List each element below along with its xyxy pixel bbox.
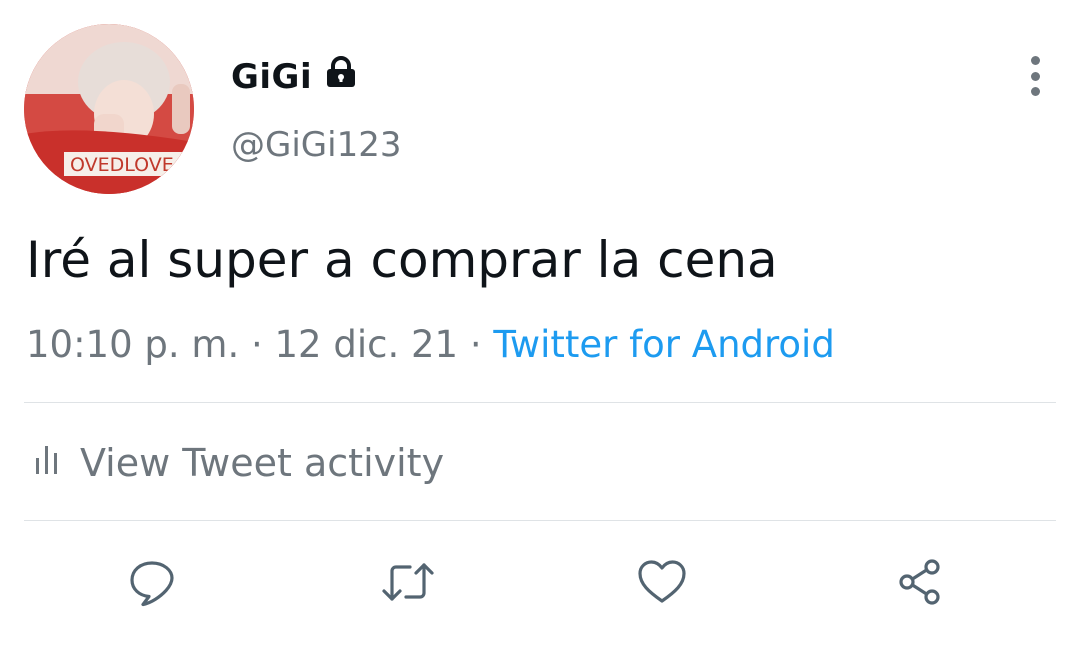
tweet-time: 10:10 p. m. (26, 323, 240, 366)
display-name[interactable]: GiGi (231, 57, 312, 97)
meta-separator: · (250, 323, 263, 366)
like-button[interactable] (632, 552, 692, 612)
meta-separator: · (469, 323, 482, 366)
handle[interactable]: @GiGi123 (231, 124, 401, 166)
bar-chart-icon (34, 438, 60, 488)
lock-icon (324, 56, 358, 97)
heart-icon (638, 560, 686, 603)
retweet-button[interactable] (378, 552, 438, 612)
action-bar (0, 552, 1080, 612)
tweet-meta: 10:10 p. m. · 12 dic. 21 · Twitter for A… (26, 320, 835, 370)
dot (1030, 56, 1040, 65)
share-icon (899, 559, 940, 605)
svg-text:OVEDLOVE: OVEDLOVE (70, 154, 174, 176)
view-tweet-activity-button[interactable]: View Tweet activity (34, 438, 444, 488)
avatar[interactable]: OVEDLOVE (24, 24, 194, 194)
more-options-icon[interactable] (1018, 56, 1052, 96)
display-name-row[interactable]: GiGi (231, 56, 358, 97)
divider (24, 402, 1056, 403)
retweet-icon (382, 563, 434, 601)
tweet-date: 12 dic. 21 (274, 323, 459, 366)
dot (1030, 71, 1040, 81)
reply-icon (130, 561, 174, 607)
tweet-source-link[interactable]: Twitter for Android (493, 323, 834, 366)
reply-button[interactable] (122, 552, 182, 612)
divider (24, 520, 1056, 521)
tweet-text: Iré al super a comprar la cena (26, 231, 778, 289)
share-button[interactable] (890, 552, 950, 612)
dot (1030, 87, 1040, 96)
view-tweet-activity-label: View Tweet activity (80, 441, 445, 485)
